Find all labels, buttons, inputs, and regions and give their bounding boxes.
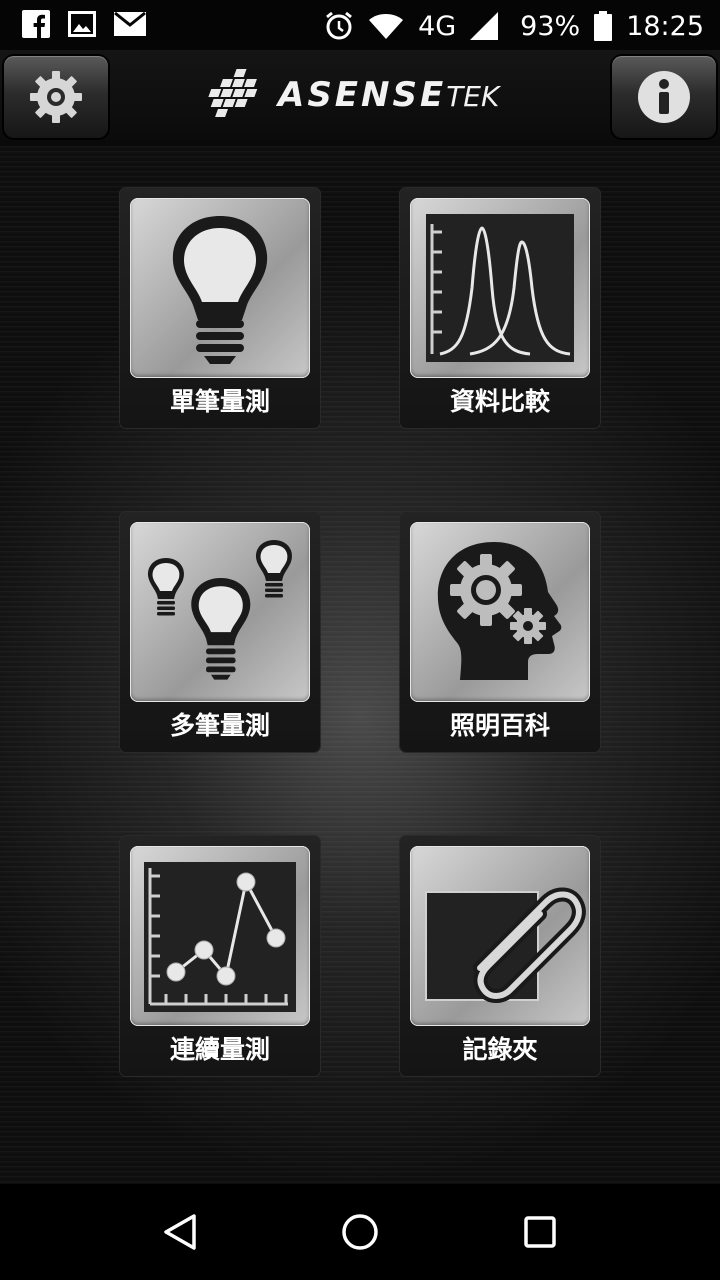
line-chart-icon: [144, 862, 296, 1012]
single-measure-tile[interactable]: 單筆量測: [120, 188, 320, 428]
logo-main: ASENSE: [278, 75, 447, 115]
logo-text: ASENSETEK: [278, 75, 499, 115]
system-nav-bar: [0, 1184, 720, 1280]
recents-button[interactable]: [510, 1202, 570, 1262]
wifi-icon: [369, 14, 404, 39]
brand-logo: ASENSETEK: [200, 60, 520, 130]
head-gears-icon: [437, 542, 562, 680]
home-circle-icon: [342, 1214, 378, 1250]
gear-icon: [30, 71, 82, 123]
logo-suffix: TEK: [446, 80, 500, 113]
back-triangle-icon: [164, 1214, 196, 1250]
data-compare-tile[interactable]: 資料比較: [400, 188, 600, 428]
multi-measure-tile[interactable]: 多筆量測: [120, 512, 320, 752]
back-button[interactable]: [150, 1202, 210, 1262]
app-header: ASENSETEK: [0, 50, 720, 147]
signal-icon: [470, 12, 499, 40]
settings-button[interactable]: [4, 56, 108, 138]
lighting-wiki-label: 照明百科: [449, 711, 550, 740]
continuous-measure-tile[interactable]: 連續量測: [120, 836, 320, 1076]
light-bulb-icon: [172, 216, 268, 364]
paperclip-folder-icon: [425, 887, 586, 1003]
multi-measure-label: 多筆量測: [169, 711, 270, 740]
alarm-icon: [326, 11, 352, 40]
info-icon: [638, 71, 690, 123]
recents-square-icon: [524, 1216, 556, 1248]
multiple-bulbs-icon: [147, 540, 293, 680]
facebook-icon: [22, 10, 50, 38]
home-button[interactable]: [330, 1202, 390, 1262]
tile-icon-frame: [410, 846, 590, 1026]
main-menu: 單筆量測 資料比較 多筆量測 照明百科 連續量測 記錄夾: [0, 146, 720, 1184]
battery-percent: 93%: [520, 10, 581, 42]
single-measure-label: 單筆量測: [169, 387, 270, 416]
data-compare-label: 資料比較: [449, 387, 550, 416]
tile-icon-frame: [410, 198, 590, 378]
logo-mark-icon: [208, 69, 258, 117]
clock: 18:25: [626, 10, 704, 42]
status-bar: 4G 93% 18:25: [0, 0, 720, 50]
tile-icon-frame: [410, 522, 590, 702]
tile-icon-frame: [130, 846, 310, 1026]
continuous-measure-label: 連續量測: [169, 1035, 270, 1064]
records-folder-tile[interactable]: 記錄夾: [400, 836, 600, 1076]
spectrum-chart-icon: [426, 214, 574, 362]
mail-icon: [114, 12, 146, 36]
tile-icon-frame: [130, 522, 310, 702]
image-icon: [68, 11, 96, 37]
tile-icon-frame: [130, 198, 310, 378]
info-button[interactable]: [612, 56, 716, 138]
network-type: 4G: [418, 10, 457, 42]
lighting-wiki-tile[interactable]: 照明百科: [400, 512, 600, 752]
records-folder-label: 記錄夾: [462, 1035, 538, 1064]
battery-icon: [594, 11, 613, 41]
